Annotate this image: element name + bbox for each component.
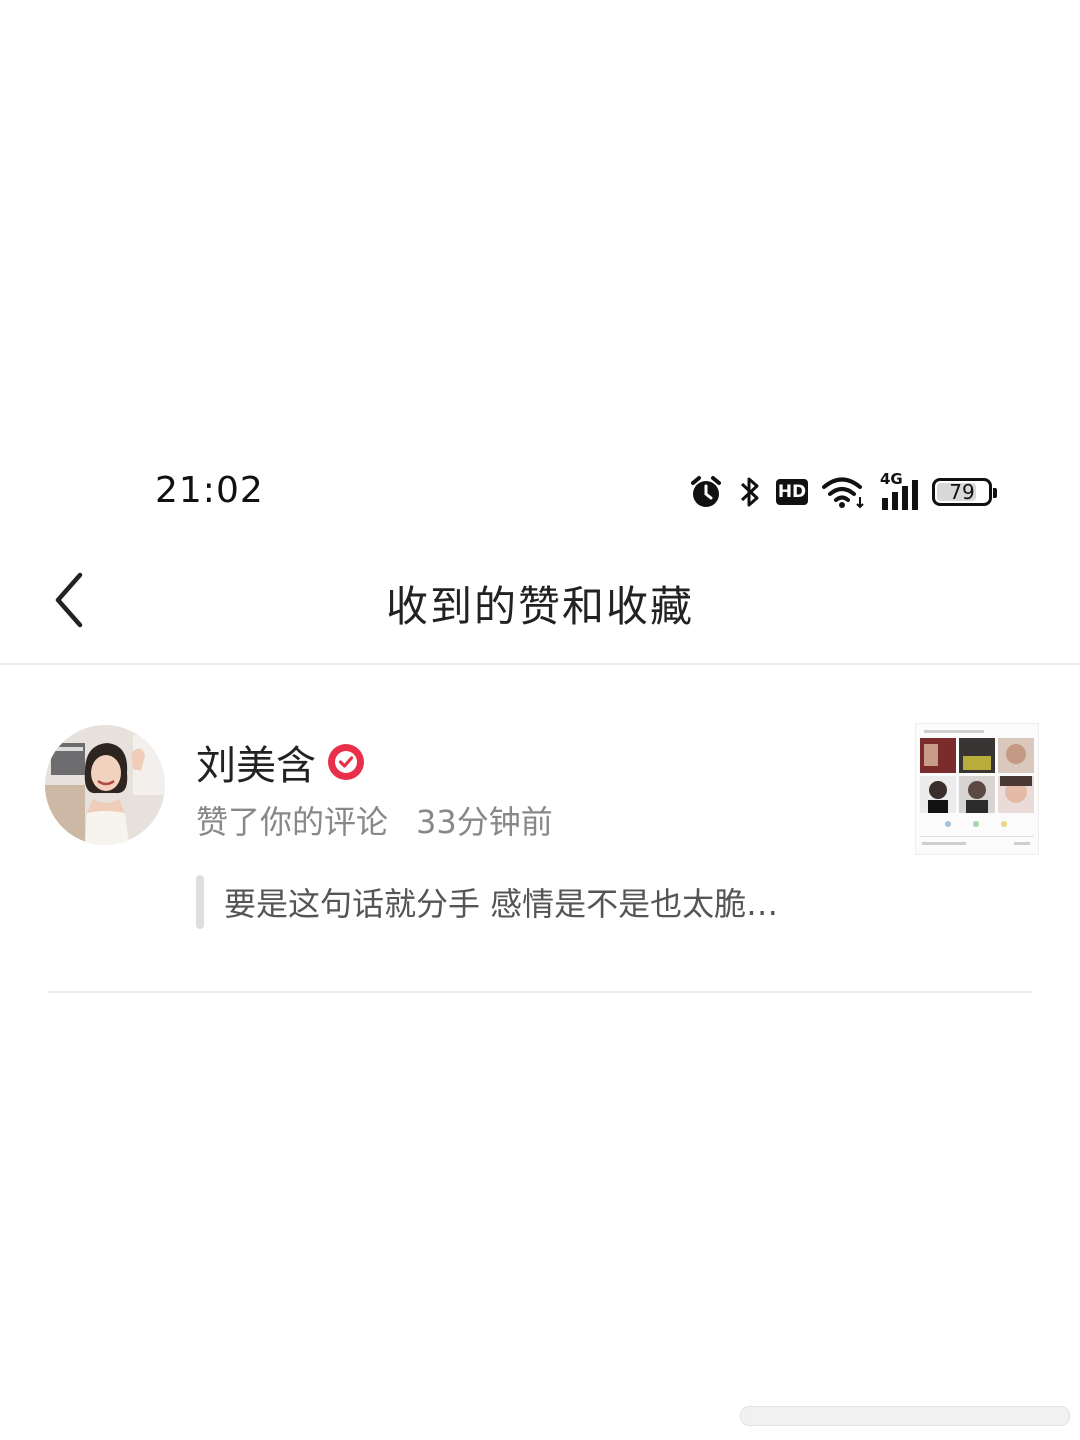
avatar[interactable] [45, 725, 165, 845]
user-name[interactable]: 刘美含 [196, 733, 316, 791]
network-type-label: 4G [880, 470, 903, 488]
battery-icon: 79 [932, 478, 997, 506]
status-bar: 21:02 HD 4G 79 [0, 462, 1080, 522]
verified-badge-icon [328, 744, 364, 780]
home-indicator[interactable] [740, 1406, 1070, 1426]
hd-icon: HD [776, 479, 808, 505]
user-row[interactable]: 刘美含 [196, 733, 364, 791]
quote-text: 要是这句话就分手 感情是不是也太脆… [224, 885, 779, 923]
quoted-comment[interactable]: 要是这句话就分手 感情是不是也太脆… [196, 875, 778, 929]
bluetooth-icon [738, 474, 762, 510]
quote-bar [196, 875, 204, 929]
divider [48, 991, 1032, 993]
notification-item[interactable]: 刘美含 赞了你的评论 33分钟前 要是这句话就分手 感情是不是也太脆… [0, 665, 1080, 993]
time-ago: 33分钟前 [416, 803, 553, 841]
page-title: 收到的赞和收藏 [385, 582, 694, 631]
alarm-icon [688, 474, 724, 510]
wifi-icon [822, 475, 866, 509]
nav-bar: 收到的赞和收藏 [0, 545, 1080, 665]
action-text: 赞了你的评论 [196, 803, 389, 841]
status-time: 21:02 [155, 470, 264, 511]
signal-4g-icon: 4G [880, 470, 918, 510]
battery-level: 79 [949, 480, 975, 504]
action-row: 赞了你的评论 33分钟前 [196, 797, 553, 843]
post-thumbnail[interactable] [915, 723, 1039, 855]
status-icons: HD 4G 79 [688, 470, 997, 514]
